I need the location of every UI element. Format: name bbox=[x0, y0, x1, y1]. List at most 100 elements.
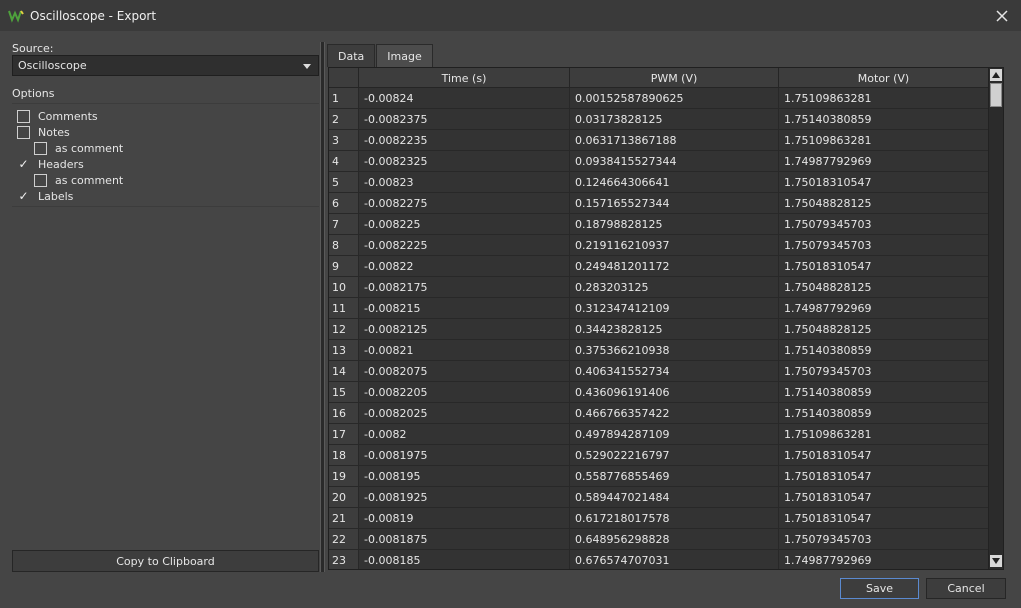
table-row[interactable]: 17 -0.0082 0.497894287109 1.75109863281 bbox=[329, 424, 989, 445]
cell-pwm[interactable]: 0.497894287109 bbox=[570, 424, 779, 444]
cell-motor[interactable]: 1.75018310547 bbox=[779, 172, 989, 192]
vertical-scrollbar[interactable] bbox=[988, 68, 1003, 569]
cell-motor[interactable]: 1.75048828125 bbox=[779, 277, 989, 297]
panel-splitter[interactable] bbox=[320, 42, 325, 572]
cell-pwm[interactable]: 0.124664306641 bbox=[570, 172, 779, 192]
cell-time[interactable]: -0.00819 bbox=[359, 508, 570, 528]
table-row[interactable]: 3 -0.0082235 0.0631713867188 1.75109863281 bbox=[329, 130, 989, 151]
cell-motor[interactable]: 1.75048828125 bbox=[779, 319, 989, 339]
close-button[interactable] bbox=[991, 5, 1013, 27]
cell-time[interactable]: -0.00821 bbox=[359, 340, 570, 360]
checkbox[interactable] bbox=[17, 125, 30, 139]
cancel-button[interactable]: Cancel bbox=[926, 578, 1006, 599]
cell-motor[interactable]: 1.75079345703 bbox=[779, 361, 989, 381]
column-header-motor[interactable]: Motor (V) bbox=[779, 68, 989, 88]
checkbox[interactable] bbox=[34, 173, 47, 187]
copy-to-clipboard-button[interactable]: Copy to Clipboard bbox=[12, 550, 319, 572]
cell-time[interactable]: -0.008185 bbox=[359, 550, 570, 569]
cell-time[interactable]: -0.00822 bbox=[359, 256, 570, 276]
table-row[interactable]: 9 -0.00822 0.249481201172 1.75018310547 bbox=[329, 256, 989, 277]
cell-motor[interactable]: 1.75140380859 bbox=[779, 382, 989, 402]
table-row[interactable]: 16 -0.0082025 0.466766357422 1.75140380859 bbox=[329, 403, 989, 424]
cell-pwm[interactable]: 0.00152587890625 bbox=[570, 88, 779, 108]
checkbox[interactable] bbox=[34, 141, 47, 155]
table-row[interactable]: 12 -0.0082125 0.34423828125 1.75048828125 bbox=[329, 319, 989, 340]
cell-time[interactable]: -0.0082125 bbox=[359, 319, 570, 339]
cell-pwm[interactable]: 0.558776855469 bbox=[570, 466, 779, 486]
scroll-down-button[interactable] bbox=[990, 555, 1002, 567]
cell-motor[interactable]: 1.74987792969 bbox=[779, 550, 989, 569]
cell-time[interactable]: -0.0082175 bbox=[359, 277, 570, 297]
checkbox[interactable] bbox=[17, 109, 30, 123]
cell-time[interactable]: -0.0082075 bbox=[359, 361, 570, 381]
cell-motor[interactable]: 1.75109863281 bbox=[779, 88, 989, 108]
checkmark-icon[interactable]: ✓ bbox=[17, 158, 30, 171]
cell-pwm[interactable]: 0.249481201172 bbox=[570, 256, 779, 276]
cell-pwm[interactable]: 0.312347412109 bbox=[570, 298, 779, 318]
cell-pwm[interactable]: 0.283203125 bbox=[570, 277, 779, 297]
cell-pwm[interactable]: 0.676574707031 bbox=[570, 550, 779, 569]
table-row[interactable]: 11 -0.008215 0.312347412109 1.74987792969 bbox=[329, 298, 989, 319]
cell-motor[interactable]: 1.75140380859 bbox=[779, 109, 989, 129]
cell-motor[interactable]: 1.75018310547 bbox=[779, 487, 989, 507]
cell-time[interactable]: -0.0082 bbox=[359, 424, 570, 444]
table-row[interactable]: 23 -0.008185 0.676574707031 1.74987792969 bbox=[329, 550, 989, 569]
source-dropdown[interactable]: Oscilloscope bbox=[12, 55, 319, 76]
tab-image[interactable]: Image bbox=[376, 44, 433, 67]
table-row[interactable]: 6 -0.0082275 0.157165527344 1.75048828125 bbox=[329, 193, 989, 214]
cell-pwm[interactable]: 0.648956298828 bbox=[570, 529, 779, 549]
table-row[interactable]: 2 -0.0082375 0.03173828125 1.75140380859 bbox=[329, 109, 989, 130]
cell-time[interactable]: -0.0082375 bbox=[359, 109, 570, 129]
cell-motor[interactable]: 1.74987792969 bbox=[779, 298, 989, 318]
option-labels[interactable]: ✓ Labels bbox=[17, 188, 73, 204]
cell-motor[interactable]: 1.75048828125 bbox=[779, 193, 989, 213]
cell-motor[interactable]: 1.74987792969 bbox=[779, 151, 989, 171]
cell-pwm[interactable]: 0.589447021484 bbox=[570, 487, 779, 507]
cell-motor[interactable]: 1.75079345703 bbox=[779, 529, 989, 549]
column-header-time[interactable]: Time (s) bbox=[359, 68, 570, 88]
table-row[interactable]: 22 -0.0081875 0.648956298828 1.75079345703 bbox=[329, 529, 989, 550]
cell-motor[interactable]: 1.75018310547 bbox=[779, 445, 989, 465]
cell-time[interactable]: -0.0081975 bbox=[359, 445, 570, 465]
cell-pwm[interactable]: 0.529022216797 bbox=[570, 445, 779, 465]
table-row[interactable]: 19 -0.008195 0.558776855469 1.75018310547 bbox=[329, 466, 989, 487]
cell-pwm[interactable]: 0.18798828125 bbox=[570, 214, 779, 234]
cell-pwm[interactable]: 0.03173828125 bbox=[570, 109, 779, 129]
cell-time[interactable]: -0.00823 bbox=[359, 172, 570, 192]
option-notes[interactable]: Notes bbox=[17, 124, 70, 140]
cell-motor[interactable]: 1.75140380859 bbox=[779, 403, 989, 423]
cell-motor[interactable]: 1.75079345703 bbox=[779, 214, 989, 234]
table-row[interactable]: 10 -0.0082175 0.283203125 1.75048828125 bbox=[329, 277, 989, 298]
cell-time[interactable]: -0.0082325 bbox=[359, 151, 570, 171]
cell-time[interactable]: -0.0082235 bbox=[359, 130, 570, 150]
cell-pwm[interactable]: 0.219116210937 bbox=[570, 235, 779, 255]
cell-pwm[interactable]: 0.617218017578 bbox=[570, 508, 779, 528]
cell-time[interactable]: -0.008225 bbox=[359, 214, 570, 234]
cell-time[interactable]: -0.0082275 bbox=[359, 193, 570, 213]
column-header-pwm[interactable]: PWM (V) bbox=[570, 68, 779, 88]
cell-pwm[interactable]: 0.34423828125 bbox=[570, 319, 779, 339]
cell-time[interactable]: -0.0082025 bbox=[359, 403, 570, 423]
cell-motor[interactable]: 1.75018310547 bbox=[779, 256, 989, 276]
cell-pwm[interactable]: 0.157165527344 bbox=[570, 193, 779, 213]
table-row[interactable]: 8 -0.0082225 0.219116210937 1.75079345703 bbox=[329, 235, 989, 256]
cell-time[interactable]: -0.0082225 bbox=[359, 235, 570, 255]
checkmark-icon[interactable]: ✓ bbox=[17, 190, 30, 203]
cell-time[interactable]: -0.0081875 bbox=[359, 529, 570, 549]
cell-pwm[interactable]: 0.0938415527344 bbox=[570, 151, 779, 171]
table-row[interactable]: 18 -0.0081975 0.529022216797 1.75018310547 bbox=[329, 445, 989, 466]
scroll-up-button[interactable] bbox=[990, 69, 1002, 81]
cell-pwm[interactable]: 0.375366210938 bbox=[570, 340, 779, 360]
table-row[interactable]: 5 -0.00823 0.124664306641 1.75018310547 bbox=[329, 172, 989, 193]
table-row[interactable]: 14 -0.0082075 0.406341552734 1.75079345703 bbox=[329, 361, 989, 382]
cell-motor[interactable]: 1.75109863281 bbox=[779, 424, 989, 444]
cell-time[interactable]: -0.0081925 bbox=[359, 487, 570, 507]
option-comments[interactable]: Comments bbox=[17, 108, 98, 124]
table-row[interactable]: 15 -0.0082205 0.436096191406 1.75140380859 bbox=[329, 382, 989, 403]
table-row[interactable]: 21 -0.00819 0.617218017578 1.75018310547 bbox=[329, 508, 989, 529]
table-row[interactable]: 1 -0.00824 0.00152587890625 1.75109863281 bbox=[329, 88, 989, 109]
cell-motor[interactable]: 1.75018310547 bbox=[779, 466, 989, 486]
cell-motor[interactable]: 1.75140380859 bbox=[779, 340, 989, 360]
option-as-comment-sub[interactable]: as comment bbox=[34, 140, 123, 156]
table-row[interactable]: 4 -0.0082325 0.0938415527344 1.74987792969 bbox=[329, 151, 989, 172]
